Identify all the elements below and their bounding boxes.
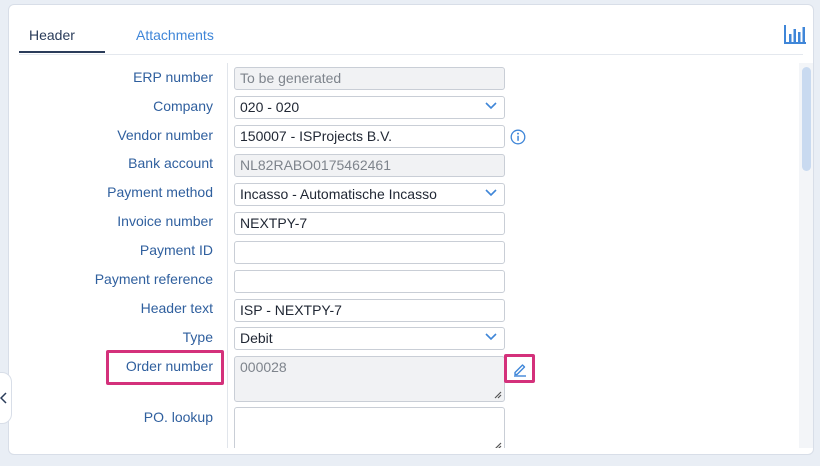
header-text-label: Header text <box>140 300 213 316</box>
company-value: 020 - 020 <box>240 99 300 115</box>
tab-attachments[interactable]: Attachments <box>136 27 214 43</box>
erp-number-label: ERP number <box>133 69 213 85</box>
chevron-down-icon <box>485 333 497 341</box>
po-lookup-label: PO. lookup <box>143 409 213 425</box>
invoice-number-value: NEXTPY-7 <box>240 215 308 231</box>
bank-account-value: NL82RABO0175462461 <box>240 157 392 173</box>
invoice-number-label: Invoice number <box>117 213 213 229</box>
po-lookup-input[interactable] <box>234 407 505 448</box>
header-text-value: ISP - NEXTPY-7 <box>240 302 342 318</box>
scrollbar-thumb[interactable] <box>802 67 811 171</box>
header-form: ERP number To be generated Company 020 -… <box>19 63 803 448</box>
payment-method-select[interactable]: Incasso - Automatische Incasso <box>234 183 505 206</box>
type-select[interactable]: Debit <box>234 327 505 350</box>
chevron-left-icon <box>0 392 7 404</box>
tab-header[interactable]: Header <box>29 27 75 43</box>
invoice-header-panel: Header Attachments ERP number To be gene… <box>8 4 814 455</box>
bank-account-label: Bank account <box>128 155 213 171</box>
invoice-number-input[interactable]: NEXTPY-7 <box>234 212 505 235</box>
payment-method-label: Payment method <box>107 184 213 200</box>
chevron-down-icon <box>485 189 497 197</box>
vendor-number-label: Vendor number <box>117 127 213 143</box>
tab-bar: Header Attachments <box>19 5 806 55</box>
collapse-panel-button[interactable] <box>0 372 12 424</box>
resize-grip-icon[interactable] <box>493 390 502 399</box>
edit-order-number-button[interactable] <box>504 354 535 383</box>
company-label: Company <box>153 98 213 114</box>
order-number-label: Order number <box>125 358 213 374</box>
payment-id-input[interactable] <box>234 241 505 264</box>
pencil-edit-icon <box>513 363 526 377</box>
payment-id-label: Payment ID <box>139 242 213 258</box>
order-number-field: 000028 <box>234 356 505 402</box>
bank-account-field: NL82RABO0175462461 <box>234 154 505 177</box>
chevron-down-icon <box>485 102 497 110</box>
vendor-number-input[interactable]: 150007 - ISProjects B.V. <box>234 125 505 148</box>
column-divider <box>227 63 228 448</box>
company-select[interactable]: 020 - 020 <box>234 96 505 119</box>
header-text-input[interactable]: ISP - NEXTPY-7 <box>234 299 505 322</box>
order-number-value: 000028 <box>240 359 287 375</box>
payment-method-value: Incasso - Automatische Incasso <box>240 186 437 202</box>
type-value: Debit <box>240 330 273 346</box>
bar-chart-icon[interactable] <box>783 23 807 45</box>
vertical-scrollbar[interactable] <box>799 63 813 448</box>
info-icon[interactable] <box>510 129 526 145</box>
active-tab-indicator <box>19 51 105 53</box>
erp-number-field: To be generated <box>234 67 505 90</box>
vendor-number-value: 150007 - ISProjects B.V. <box>240 128 393 144</box>
type-label: Type <box>182 329 213 345</box>
payment-reference-input[interactable] <box>234 270 505 293</box>
erp-number-value: To be generated <box>240 70 342 86</box>
resize-grip-icon[interactable] <box>493 441 502 448</box>
payment-reference-label: Payment reference <box>94 271 213 287</box>
